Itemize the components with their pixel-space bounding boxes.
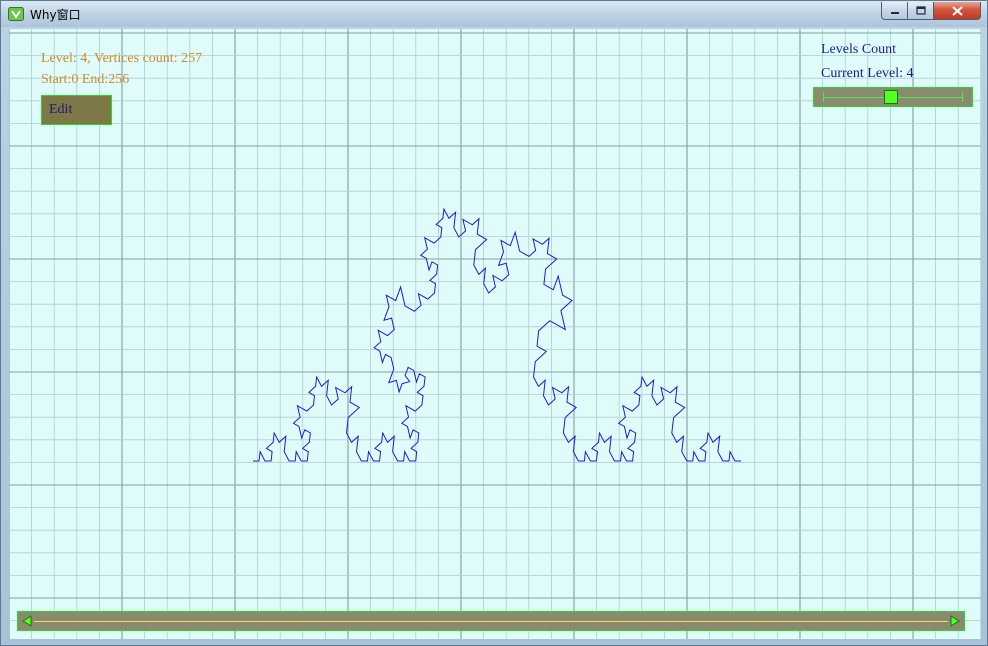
fractal-curve-canvas <box>253 207 741 462</box>
app-window: Why窗口 Level: 4, Vertices count: 257 Star… <box>0 0 988 646</box>
fractal-curve <box>253 207 741 462</box>
level-slider-tick <box>823 92 824 102</box>
window-title: Why窗口 <box>30 8 81 22</box>
left-arrow-icon[interactable] <box>20 614 34 628</box>
close-button[interactable] <box>934 2 981 20</box>
canvas-area[interactable]: Level: 4, Vertices count: 257 Start:0 En… <box>9 29 981 639</box>
right-arrow-icon[interactable] <box>948 614 962 628</box>
current-level-label: Current Level: 4 <box>821 66 914 81</box>
app-icon <box>8 7 24 21</box>
level-info-text: Level: 4, Vertices count: 257 <box>41 51 203 66</box>
window-controls <box>881 2 981 21</box>
maximize-button[interactable] <box>908 2 934 20</box>
horizontal-scrollbar[interactable] <box>17 611 965 631</box>
minimize-button[interactable] <box>881 2 908 20</box>
levels-count-label: Levels Count <box>821 42 897 57</box>
close-icon <box>951 5 963 16</box>
minimize-icon <box>890 11 899 14</box>
range-info-text: Start:0 End:256 <box>41 72 130 87</box>
level-slider[interactable] <box>813 87 973 107</box>
edit-button[interactable]: Edit <box>41 95 112 125</box>
maximize-icon <box>915 6 926 15</box>
level-slider-thumb[interactable] <box>884 90 899 104</box>
scrollbar-track <box>34 621 948 622</box>
level-slider-tick <box>962 92 963 102</box>
title-bar[interactable]: Why窗口 <box>1 1 987 27</box>
